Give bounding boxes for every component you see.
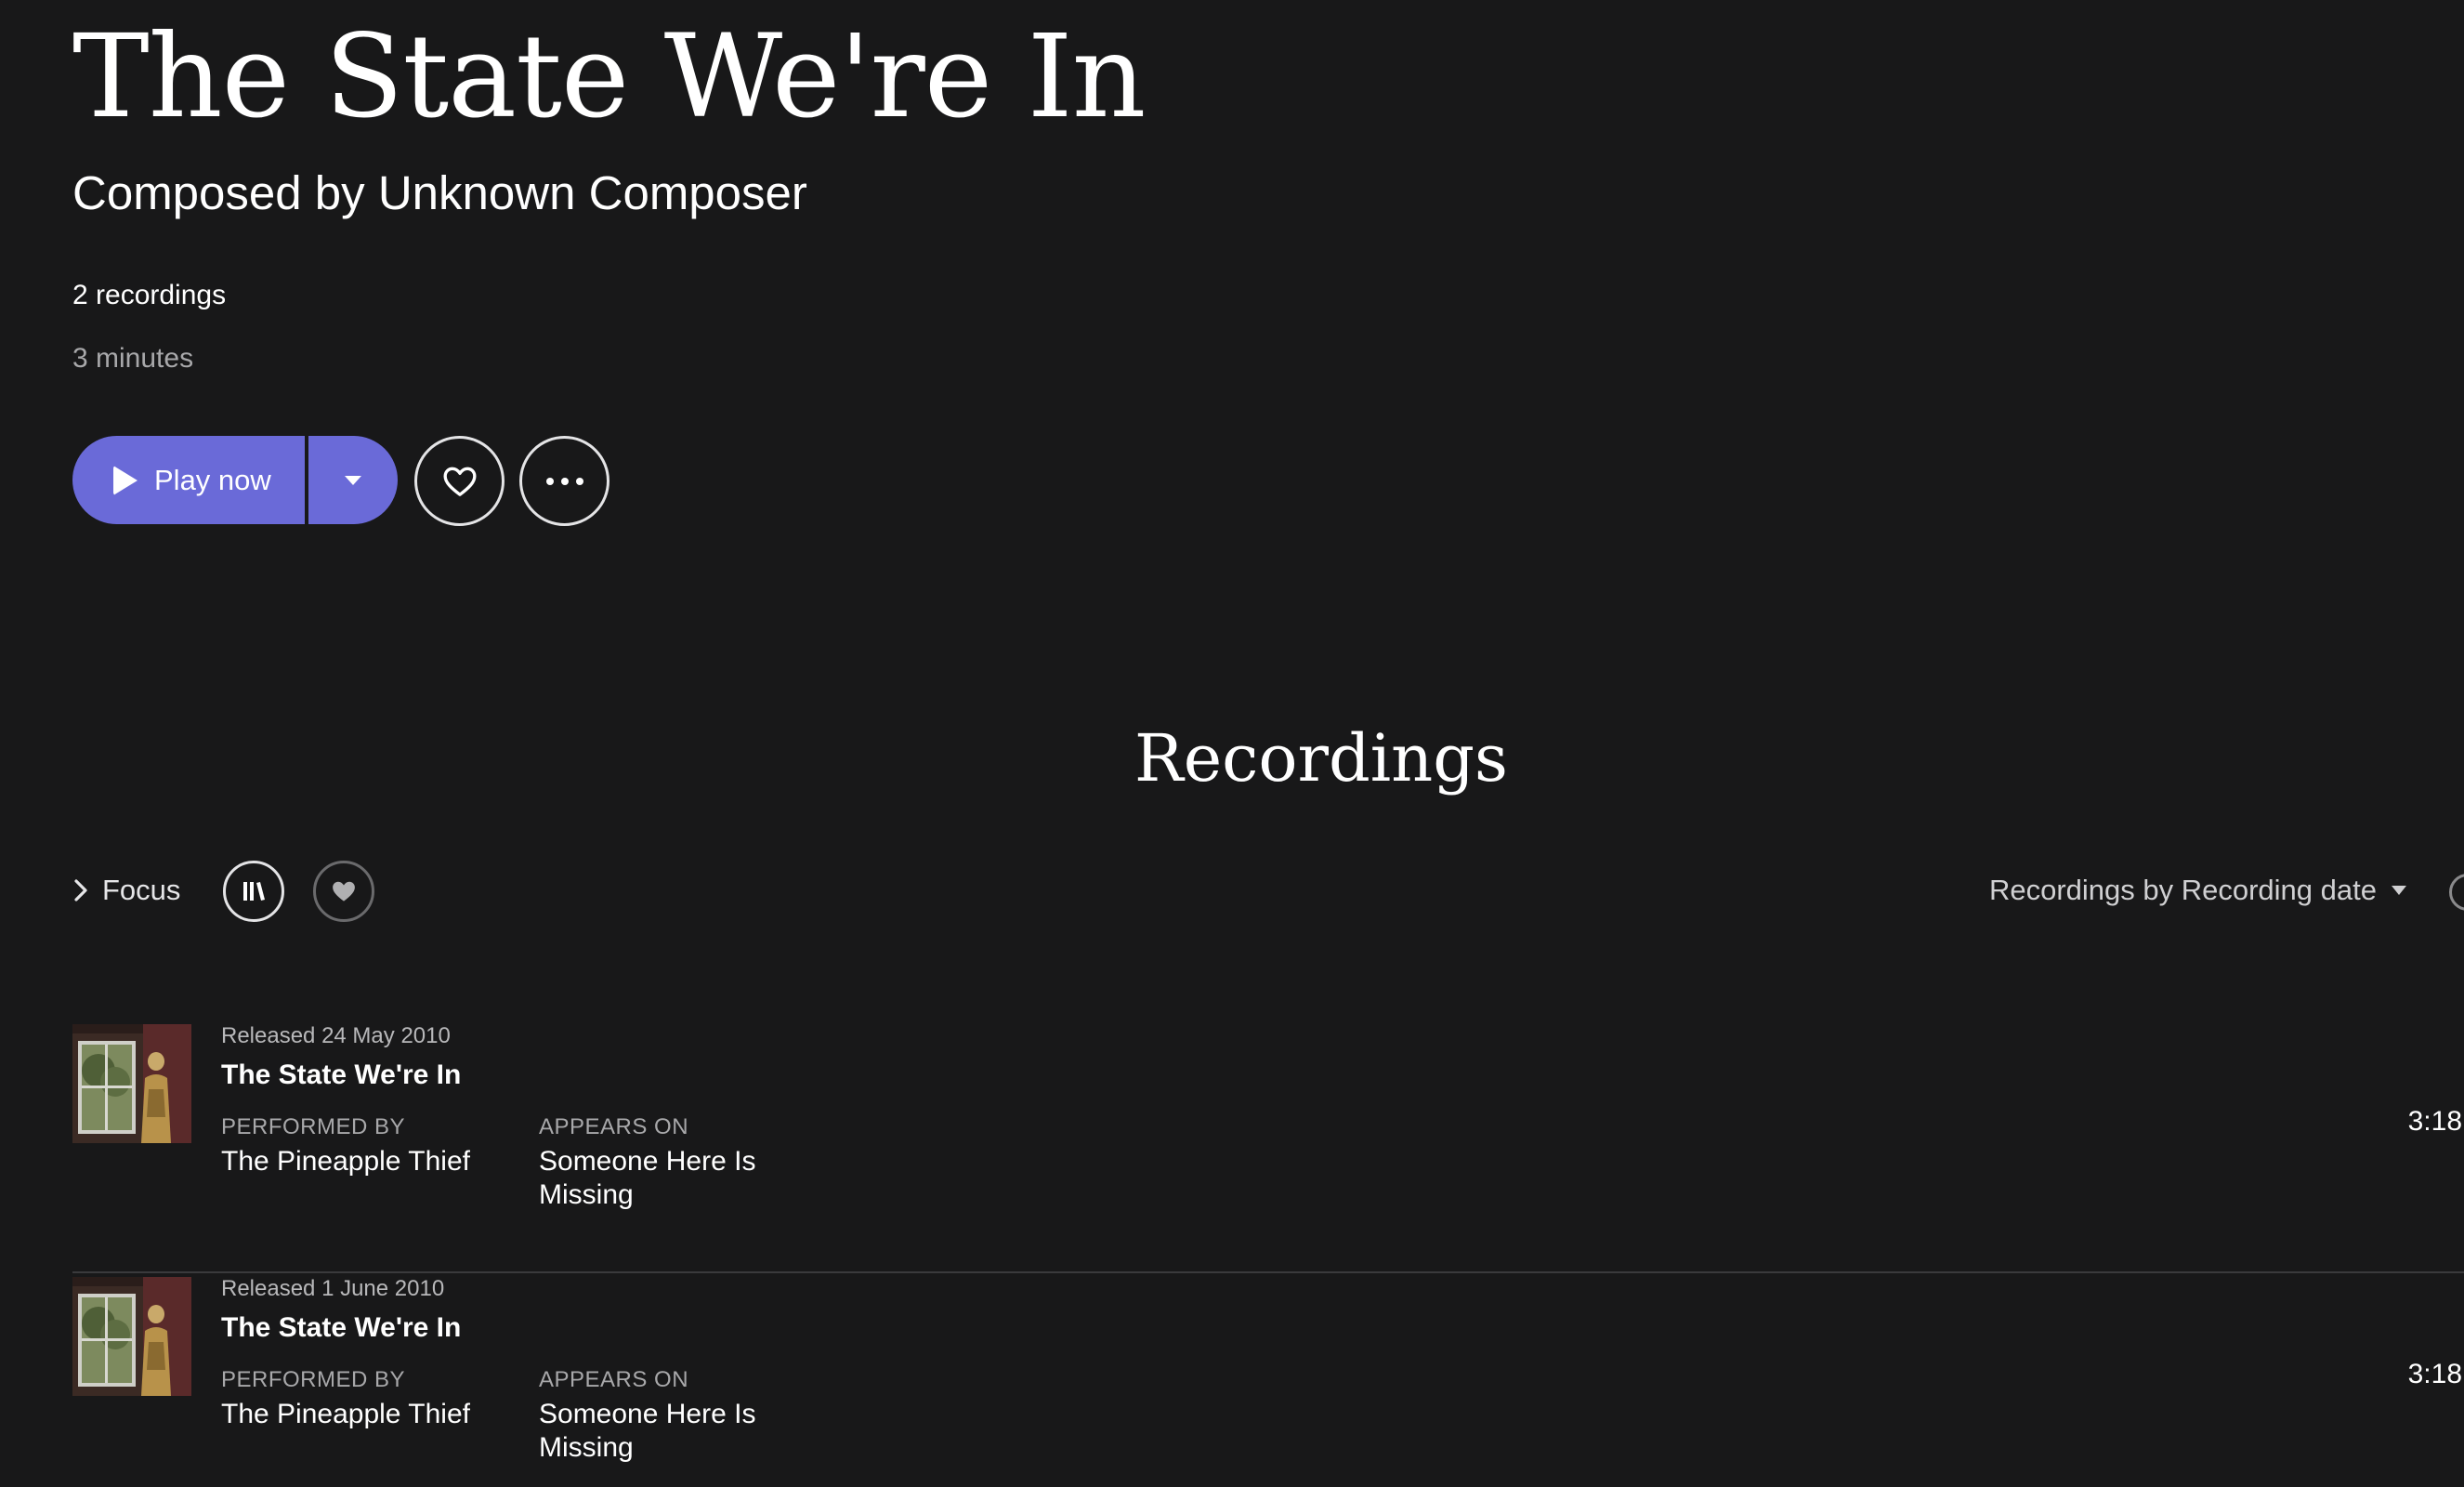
appears-on-label: APPEARS ON bbox=[539, 1367, 689, 1392]
sort-dropdown[interactable]: Recordings by Recording date bbox=[1989, 872, 2406, 909]
heart-filled-icon bbox=[333, 881, 355, 901]
focus-toggle[interactable]: Focus bbox=[72, 872, 180, 909]
recording-count: 2 recordings bbox=[72, 280, 227, 310]
heart-outline-icon bbox=[443, 467, 476, 496]
performed-by-label: PERFORMED BY bbox=[221, 1114, 406, 1139]
play-button-group: Play now bbox=[72, 436, 398, 524]
play-icon bbox=[113, 465, 138, 495]
album-link[interactable]: Someone Here Is Missing bbox=[539, 1398, 790, 1465]
release-date: Released 1 June 2010 bbox=[221, 1276, 445, 1301]
work-title: The State We're In bbox=[72, 10, 1146, 144]
album-cover[interactable] bbox=[72, 1277, 191, 1396]
recordings-heading: Recordings bbox=[1134, 720, 1508, 796]
offscreen-control[interactable] bbox=[2449, 874, 2464, 911]
play-now-button[interactable]: Play now bbox=[72, 436, 305, 524]
recording-row[interactable]: Released 24 May 2010 The State We're In … bbox=[72, 1019, 2464, 1273]
more-options-button[interactable] bbox=[519, 436, 609, 526]
favorites-filter-button[interactable] bbox=[313, 861, 374, 922]
recording-duration: 3:18 bbox=[2407, 1359, 2462, 1389]
recording-duration: 3:18 bbox=[2407, 1106, 2462, 1137]
focus-label: Focus bbox=[102, 874, 181, 906]
recording-title[interactable]: The State We're In bbox=[221, 1310, 461, 1346]
album-cover[interactable] bbox=[72, 1024, 191, 1143]
play-options-dropdown[interactable] bbox=[308, 436, 398, 524]
performer-link[interactable]: The Pineapple Thief bbox=[221, 1398, 470, 1431]
favorite-button[interactable] bbox=[414, 436, 505, 526]
more-icon bbox=[545, 477, 583, 485]
performed-by-label: PERFORMED BY bbox=[221, 1367, 406, 1392]
album-link[interactable]: Someone Here Is Missing bbox=[539, 1145, 790, 1212]
chevron-down-icon bbox=[345, 475, 361, 485]
chevron-down-icon bbox=[2392, 886, 2406, 895]
play-now-label: Play now bbox=[154, 463, 271, 496]
library-icon bbox=[243, 882, 265, 901]
library-filter-button[interactable] bbox=[223, 861, 284, 922]
composer-line: Composed by Unknown Composer bbox=[72, 166, 807, 219]
work-duration: 3 minutes bbox=[72, 343, 194, 374]
recording-title[interactable]: The State We're In bbox=[221, 1058, 461, 1093]
release-date: Released 24 May 2010 bbox=[221, 1023, 451, 1048]
sort-label: Recordings by Recording date bbox=[1988, 874, 2377, 906]
album-art-image bbox=[72, 1024, 191, 1143]
chevron-right-icon bbox=[74, 879, 87, 901]
performer-link[interactable]: The Pineapple Thief bbox=[221, 1145, 470, 1178]
album-art-image bbox=[72, 1277, 191, 1396]
recording-row[interactable]: Released 1 June 2010 The State We're In … bbox=[72, 1271, 2464, 1487]
appears-on-label: APPEARS ON bbox=[539, 1114, 689, 1139]
